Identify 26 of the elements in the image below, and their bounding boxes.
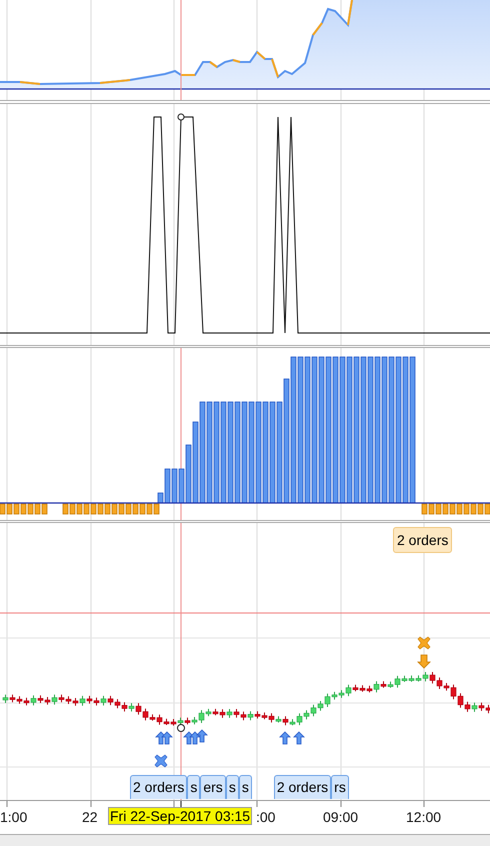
up-arrow-icon <box>189 731 201 744</box>
up-arrow-icon <box>293 731 305 744</box>
axis-label: :00 <box>256 809 276 825</box>
up-arrow-icon <box>155 731 167 744</box>
axis-label: 12:00 <box>406 809 442 825</box>
cursor-time-label: Fri 22-Sep-2017 03:15 <box>108 807 252 825</box>
axis-label: 22 <box>82 809 98 825</box>
up-arrow-icon <box>196 729 208 742</box>
up-arrow-icon <box>161 731 173 744</box>
axis-label: 09:00 <box>323 809 358 825</box>
down-arrow-icon <box>417 654 431 669</box>
up-arrow-icon <box>279 731 291 744</box>
order-tag[interactable]: s <box>238 775 252 799</box>
cross-icon <box>154 754 168 768</box>
order-tag[interactable]: s <box>226 775 239 799</box>
order-tag[interactable]: rs <box>331 775 349 799</box>
marker-circle <box>178 114 184 120</box>
up-arrow-icon <box>183 731 195 744</box>
order-tag[interactable]: 2 orders <box>393 527 452 553</box>
cross-icon <box>418 636 430 650</box>
marker-circle <box>177 724 185 732</box>
order-tag[interactable]: s <box>187 775 200 799</box>
axis-label: 1:00 <box>0 809 28 825</box>
order-tag[interactable]: 2 orders <box>130 775 188 799</box>
order-tag[interactable]: ers <box>200 775 226 799</box>
order-tag[interactable]: 2 orders <box>274 775 332 799</box>
